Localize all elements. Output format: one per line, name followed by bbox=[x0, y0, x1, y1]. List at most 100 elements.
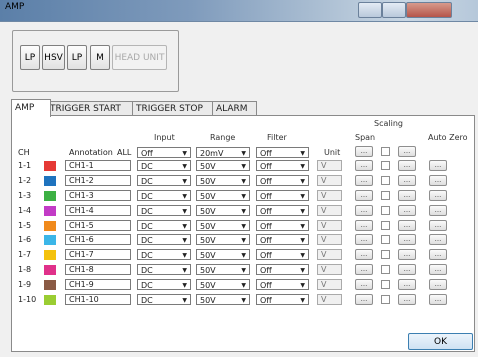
filter-select[interactable]: Off ▼ bbox=[256, 160, 309, 171]
span-button[interactable]: ... bbox=[355, 249, 373, 260]
annotation-field[interactable]: CH1-3 bbox=[65, 190, 131, 201]
auto-zero-button[interactable]: ... bbox=[429, 205, 447, 216]
annotation-field[interactable]: CH1-4 bbox=[65, 205, 131, 216]
range-select[interactable]: 50V ▼ bbox=[196, 264, 250, 275]
channel-color-swatch[interactable] bbox=[44, 221, 56, 231]
span-button[interactable]: ... bbox=[355, 205, 373, 216]
range-select[interactable]: 50V ▼ bbox=[196, 234, 250, 245]
filter-select[interactable]: Off ▼ bbox=[256, 264, 309, 275]
range-select[interactable]: 50V ▼ bbox=[196, 175, 250, 186]
maximize-button[interactable] bbox=[382, 2, 406, 18]
scaling-checkbox[interactable] bbox=[381, 176, 390, 185]
tab-amp[interactable]: AMP bbox=[11, 99, 51, 117]
close-button[interactable] bbox=[406, 2, 452, 18]
filter-select[interactable]: Off ▼ bbox=[256, 279, 309, 290]
scaling-checkbox[interactable] bbox=[381, 221, 390, 230]
ok-button[interactable]: OK bbox=[408, 333, 473, 350]
scaling-button[interactable]: ... bbox=[398, 175, 416, 186]
filter-select[interactable]: Off ▼ bbox=[256, 249, 309, 260]
range-select[interactable]: 50V ▼ bbox=[196, 294, 250, 305]
span-button[interactable]: ... bbox=[355, 190, 373, 201]
scaling-checkbox[interactable] bbox=[381, 265, 390, 274]
scaling-button[interactable]: ... bbox=[398, 220, 416, 231]
tab-trigger-stop[interactable]: TRIGGER STOP bbox=[132, 101, 215, 116]
scaling-button[interactable]: ... bbox=[398, 294, 416, 305]
annotation-field[interactable]: CH1-8 bbox=[65, 264, 131, 275]
range-select[interactable]: 50V ▼ bbox=[196, 160, 250, 171]
scaling-button[interactable]: ... bbox=[398, 279, 416, 290]
all-scaling-checkbox[interactable] bbox=[381, 147, 390, 156]
input-select[interactable]: DC ▼ bbox=[137, 294, 191, 305]
input-select[interactable]: DC ▼ bbox=[137, 205, 191, 216]
span-button[interactable]: ... bbox=[355, 175, 373, 186]
scaling-button[interactable]: ... bbox=[398, 205, 416, 216]
channel-color-swatch[interactable] bbox=[44, 235, 56, 245]
span-button[interactable]: ... bbox=[355, 234, 373, 245]
tab-alarm[interactable]: ALARM bbox=[212, 101, 257, 116]
span-button[interactable]: ... bbox=[355, 160, 373, 171]
filter-select[interactable]: Off ▼ bbox=[256, 220, 309, 231]
input-select[interactable]: DC ▼ bbox=[137, 220, 191, 231]
filter-select[interactable]: Off ▼ bbox=[256, 294, 309, 305]
auto-zero-button[interactable]: ... bbox=[429, 294, 447, 305]
annotation-field[interactable]: CH1-5 bbox=[65, 220, 131, 231]
auto-zero-button[interactable]: ... bbox=[429, 220, 447, 231]
scaling-checkbox[interactable] bbox=[381, 206, 390, 215]
scaling-button[interactable]: ... bbox=[398, 190, 416, 201]
scaling-button[interactable]: ... bbox=[398, 160, 416, 171]
channel-color-swatch[interactable] bbox=[44, 176, 56, 186]
scaling-checkbox[interactable] bbox=[381, 295, 390, 304]
annotation-field[interactable]: CH1-1 bbox=[65, 160, 131, 171]
input-select[interactable]: DC ▼ bbox=[137, 160, 191, 171]
filter-select[interactable]: Off ▼ bbox=[256, 234, 309, 245]
scaling-checkbox[interactable] bbox=[381, 191, 390, 200]
channel-color-swatch[interactable] bbox=[44, 250, 56, 260]
range-select[interactable]: 50V ▼ bbox=[196, 205, 250, 216]
scaling-checkbox[interactable] bbox=[381, 280, 390, 289]
channel-color-swatch[interactable] bbox=[44, 206, 56, 216]
annotation-field[interactable]: CH1-10 bbox=[65, 294, 131, 305]
minimize-button[interactable] bbox=[358, 2, 382, 18]
channel-color-swatch[interactable] bbox=[44, 161, 56, 171]
module-button-head-unit[interactable]: HEAD UNIT bbox=[112, 45, 167, 70]
span-button[interactable]: ... bbox=[355, 294, 373, 305]
range-select[interactable]: 50V ▼ bbox=[196, 220, 250, 231]
input-select[interactable]: DC ▼ bbox=[137, 279, 191, 290]
tab-trigger-start[interactable]: TRIGGER START bbox=[46, 101, 135, 116]
all-span-button[interactable]: ... bbox=[355, 146, 373, 157]
scaling-checkbox[interactable] bbox=[381, 235, 390, 244]
scaling-checkbox[interactable] bbox=[381, 161, 390, 170]
auto-zero-button[interactable]: ... bbox=[429, 160, 447, 171]
input-select[interactable]: DC ▼ bbox=[137, 190, 191, 201]
module-button-lp-2[interactable]: LP bbox=[67, 45, 87, 70]
input-select[interactable]: DC ▼ bbox=[137, 264, 191, 275]
annotation-field[interactable]: CH1-9 bbox=[65, 279, 131, 290]
span-button[interactable]: ... bbox=[355, 279, 373, 290]
channel-color-swatch[interactable] bbox=[44, 191, 56, 201]
scaling-button[interactable]: ... bbox=[398, 234, 416, 245]
span-button[interactable]: ... bbox=[355, 264, 373, 275]
channel-color-swatch[interactable] bbox=[44, 295, 56, 305]
all-filter-select[interactable]: Off ▼ bbox=[256, 147, 309, 158]
input-select[interactable]: DC ▼ bbox=[137, 175, 191, 186]
auto-zero-button[interactable]: ... bbox=[429, 249, 447, 260]
auto-zero-button[interactable]: ... bbox=[429, 264, 447, 275]
auto-zero-button[interactable]: ... bbox=[429, 234, 447, 245]
filter-select[interactable]: Off ▼ bbox=[256, 175, 309, 186]
filter-select[interactable]: Off ▼ bbox=[256, 205, 309, 216]
range-select[interactable]: 50V ▼ bbox=[196, 249, 250, 260]
span-button[interactable]: ... bbox=[355, 220, 373, 231]
input-select[interactable]: DC ▼ bbox=[137, 234, 191, 245]
annotation-field[interactable]: CH1-7 bbox=[65, 249, 131, 260]
auto-zero-button[interactable]: ... bbox=[429, 175, 447, 186]
module-button-m[interactable]: M bbox=[90, 45, 110, 70]
scaling-checkbox[interactable] bbox=[381, 250, 390, 259]
channel-color-swatch[interactable] bbox=[44, 280, 56, 290]
all-scaling-button[interactable]: ... bbox=[398, 146, 416, 157]
input-select[interactable]: DC ▼ bbox=[137, 249, 191, 260]
range-select[interactable]: 50V ▼ bbox=[196, 190, 250, 201]
all-range-select[interactable]: 20mV ▼ bbox=[196, 147, 250, 158]
auto-zero-button[interactable]: ... bbox=[429, 279, 447, 290]
filter-select[interactable]: Off ▼ bbox=[256, 190, 309, 201]
annotation-field[interactable]: CH1-2 bbox=[65, 175, 131, 186]
